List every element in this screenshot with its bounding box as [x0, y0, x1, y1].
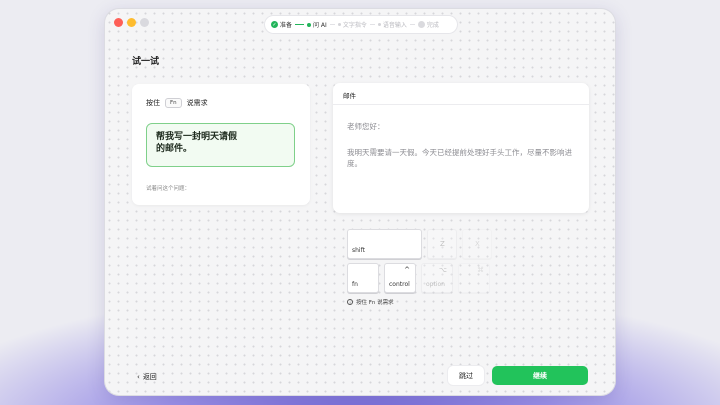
- keyboard-hint: i 按住 Fn 说需求: [347, 298, 394, 306]
- key-control: ^ control: [384, 263, 416, 293]
- step-label: 准备: [280, 22, 293, 29]
- mail-preview-card: 邮件 老师您好： 我明天需要请一天假。今天已经提前处理好手头工作，尽量不影响进度…: [333, 83, 589, 213]
- key-label: control: [389, 281, 410, 288]
- continue-button[interactable]: 继续: [492, 366, 588, 385]
- pending-dot-icon: [417, 21, 425, 28]
- step-finish: 完成: [417, 20, 439, 29]
- window-controls: [114, 18, 149, 27]
- step-text-command: 文字指令: [337, 20, 367, 29]
- step-label: 完成: [426, 22, 439, 29]
- option-symbol-icon: ⌥: [438, 266, 447, 274]
- step-label: 语音输入: [382, 22, 407, 29]
- step-label: 问 AI: [313, 22, 327, 29]
- step-connector: [295, 24, 305, 25]
- pending-dot-icon: [337, 23, 341, 26]
- progress-stepper: ✓ 准备 问 AI 文字指令 语音输入 完成: [265, 16, 457, 33]
- zoom-window-button[interactable]: [140, 18, 149, 27]
- step-connector: [369, 24, 375, 25]
- hint-text: 按住 Fn 说需求: [356, 300, 394, 306]
- step-ask-ai: 问 AI: [307, 20, 327, 29]
- chevron-left-icon: ‹: [137, 373, 140, 381]
- key-z: Z: [427, 229, 457, 259]
- step-connector: [329, 24, 335, 25]
- control-symbol-icon: ^: [404, 266, 410, 274]
- key-shift: shift: [347, 229, 422, 259]
- back-label: 返回: [142, 373, 157, 381]
- check-icon: ✓: [271, 21, 278, 28]
- skip-button[interactable]: 跳过: [448, 366, 484, 385]
- step-prepare: ✓ 准备: [271, 20, 292, 29]
- try-question-label: 试着问这个问题：: [146, 186, 191, 192]
- prompt-line: 帮我写一封明天请假: [156, 132, 238, 142]
- hold-label: 按住: [146, 99, 160, 107]
- fn-key-chip: Fn: [165, 98, 182, 108]
- page-title: 试一试: [132, 57, 160, 67]
- key-label: shift: [352, 247, 365, 254]
- key-label: X: [475, 240, 480, 248]
- key-label: fn: [352, 281, 358, 288]
- key-option: ⌥ option: [421, 263, 453, 293]
- close-window-button[interactable]: [114, 18, 123, 27]
- command-symbol-icon: ⌘: [477, 266, 484, 274]
- example-prompt: 帮我写一封明天请假 的邮件。: [146, 123, 295, 167]
- key-x: X: [462, 229, 492, 259]
- key-label: option: [426, 281, 445, 288]
- prompt-line: 的邮件。: [156, 144, 193, 154]
- prompt-card: 按住 Fn 说需求 帮我写一封明天请假 的邮件。 试着问这个问题：: [132, 84, 310, 205]
- step-connector: [409, 24, 415, 25]
- info-icon: i: [347, 299, 353, 305]
- minimize-window-button[interactable]: [127, 18, 136, 27]
- mail-greeting: 老师您好：: [347, 122, 385, 131]
- step-voice-input: 语音输入: [377, 20, 407, 29]
- hold-instruction: 按住 Fn 说需求: [146, 98, 208, 108]
- mail-body: 我明天需要请一天假。今天已经提前处理好手头工作，尽量不影响进度。: [347, 148, 572, 168]
- key-label: Z: [440, 240, 445, 248]
- hold-suffix: 说需求: [186, 99, 208, 107]
- pending-dot-icon: [377, 23, 381, 26]
- mail-header: 邮件: [333, 83, 589, 105]
- step-label: 文字指令: [342, 22, 367, 29]
- back-button[interactable]: ‹ 返回: [137, 372, 157, 382]
- key-command: ⌘: [458, 263, 490, 293]
- active-dot-icon: [307, 22, 312, 27]
- app-window: ✓ 准备 问 AI 文字指令 语音输入 完成 试一试 按住 Fn 说需求 帮我写…: [105, 9, 615, 395]
- key-fn: fn: [347, 263, 379, 293]
